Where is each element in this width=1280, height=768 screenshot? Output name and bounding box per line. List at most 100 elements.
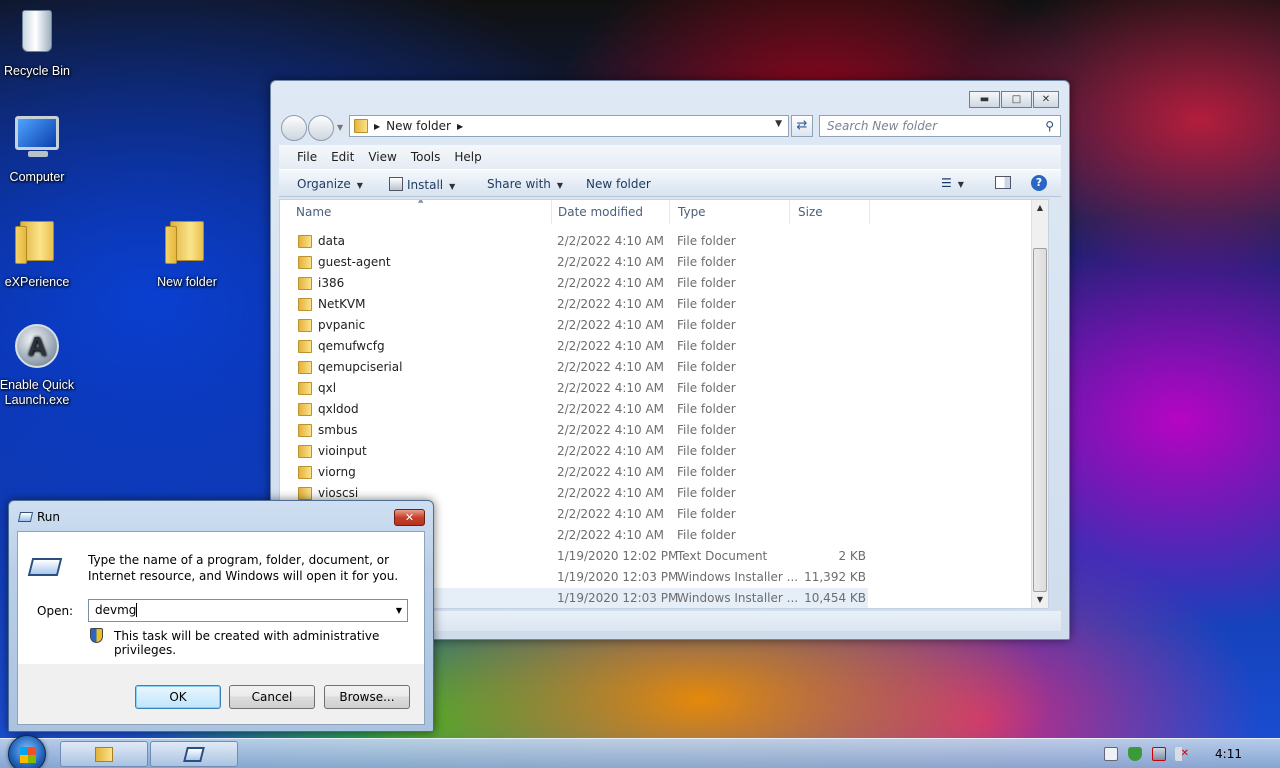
- file-name: qemufwcfg: [318, 339, 385, 353]
- file-date-modified: 2/2/2022 4:10 AM: [557, 276, 665, 290]
- organize-button[interactable]: Organize ▼: [297, 177, 363, 191]
- file-date-modified: 2/2/2022 4:10 AM: [557, 255, 665, 269]
- ok-button[interactable]: OK: [135, 685, 221, 709]
- install-label: Install: [407, 178, 444, 192]
- run-program-icon: [27, 558, 63, 576]
- table-row[interactable]: viorng 2/2/2022 4:10 AM File folder: [280, 462, 868, 483]
- desktop-icon-recycle-bin[interactable]: Recycle Bin: [0, 8, 79, 79]
- command-bar: Organize ▼ Install ▼ Share with ▼ New folde…: [279, 169, 1061, 197]
- file-date-modified: 2/2/2022 4:10 AM: [557, 360, 665, 374]
- help-button[interactable]: ?: [1031, 175, 1047, 191]
- maximize-button[interactable]: □: [1001, 91, 1032, 108]
- file-date-modified: 2/2/2022 4:10 AM: [557, 528, 665, 542]
- table-row[interactable]: guest-agent 2/2/2022 4:10 AM File folder: [280, 252, 868, 273]
- table-row[interactable]: smbus 2/2/2022 4:10 AM File folder: [280, 420, 868, 441]
- change-view-button[interactable]: ☰ ▼: [941, 176, 964, 190]
- close-button[interactable]: ✕: [1033, 91, 1059, 108]
- file-name: guest-agent: [318, 255, 391, 269]
- table-row[interactable]: i386 2/2/2022 4:10 AM File folder: [280, 273, 868, 294]
- file-type: Text Document: [677, 549, 768, 563]
- recent-pages-dropdown[interactable]: ▼: [337, 123, 343, 132]
- close-button[interactable]: ✕: [394, 509, 425, 526]
- scroll-thumb[interactable]: [1033, 248, 1047, 592]
- minimize-button[interactable]: ▬: [969, 91, 1000, 108]
- file-date-modified: 2/2/2022 4:10 AM: [557, 465, 665, 479]
- view-options-icon: ☰: [941, 176, 952, 190]
- column-header-size[interactable]: Size: [790, 200, 870, 224]
- new-folder-button[interactable]: New folder: [586, 177, 651, 191]
- install-button[interactable]: Install ▼: [389, 177, 455, 192]
- refresh-icon: ⇄: [796, 118, 808, 133]
- file-type: File folder: [677, 255, 736, 269]
- browse-button[interactable]: Browse...: [324, 685, 410, 709]
- taskbar-explorer-button[interactable]: [60, 741, 148, 767]
- desktop-icon-new-folder[interactable]: New folder: [145, 217, 229, 290]
- taskbar-run-button[interactable]: [150, 741, 238, 767]
- file-date-modified: 2/2/2022 4:10 AM: [557, 507, 665, 521]
- run-description: Type the name of a program, folder, docu…: [88, 553, 399, 583]
- menu-tools[interactable]: Tools: [411, 150, 441, 164]
- start-button[interactable]: [8, 735, 46, 768]
- folder-icon: [298, 466, 312, 479]
- folder-icon: [298, 256, 312, 269]
- run-icon: [183, 747, 205, 762]
- table-row[interactable]: NetKVM 2/2/2022 4:10 AM File folder: [280, 294, 868, 315]
- menu-help[interactable]: Help: [454, 150, 481, 164]
- column-header-date-modified[interactable]: Date modified: [550, 200, 670, 224]
- search-icon[interactable]: ⚲: [1045, 116, 1054, 136]
- security-shield-icon[interactable]: [1128, 747, 1142, 761]
- action-center-icon[interactable]: [1104, 747, 1118, 761]
- preview-pane-button[interactable]: [995, 176, 1011, 192]
- recycle-bin-icon: [13, 10, 61, 58]
- chevron-down-icon: ▼: [957, 180, 964, 189]
- file-date-modified: 1/19/2020 12:03 PM: [557, 591, 679, 605]
- volume-muted-icon[interactable]: ✕: [1175, 747, 1189, 761]
- table-row[interactable]: data 2/2/2022 4:10 AM File folder: [280, 231, 868, 252]
- table-row[interactable]: qemupciserial 2/2/2022 4:10 AM File folder: [280, 357, 868, 378]
- file-size: 10,454 KB: [804, 591, 866, 605]
- file-name: data: [318, 234, 346, 248]
- refresh-button[interactable]: ⇄: [791, 115, 813, 137]
- folder-icon: [354, 119, 368, 133]
- file-type: File folder: [677, 402, 736, 416]
- breadcrumb-item[interactable]: New folder: [386, 119, 451, 133]
- address-bar[interactable]: ▶ New folder ▶ ▼: [349, 115, 789, 137]
- back-button[interactable]: [281, 115, 307, 141]
- menu-file[interactable]: File: [297, 150, 317, 164]
- file-date-modified: 2/2/2022 4:10 AM: [557, 318, 665, 332]
- folder-icon: [163, 221, 211, 269]
- share-with-button[interactable]: Share with ▼: [487, 177, 563, 191]
- folder-icon: [298, 424, 312, 437]
- folder-icon: [298, 487, 312, 500]
- address-dropdown-icon[interactable]: ▼: [775, 119, 782, 129]
- desktop-icon-enable-quick-launch[interactable]: A Enable Quick Launch.exe: [0, 322, 79, 408]
- table-row[interactable]: qxl 2/2/2022 4:10 AM File folder: [280, 378, 868, 399]
- table-row[interactable]: qxldod 2/2/2022 4:10 AM File folder: [280, 399, 868, 420]
- table-row[interactable]: pvpanic 2/2/2022 4:10 AM File folder: [280, 315, 868, 336]
- vertical-scrollbar[interactable]: ▲ ▼: [1031, 200, 1048, 608]
- search-input[interactable]: Search New folder ⚲: [819, 115, 1061, 137]
- menu-bar: File Edit View Tools Help: [279, 145, 1061, 169]
- menu-edit[interactable]: Edit: [331, 150, 354, 164]
- dialog-title: Run: [37, 510, 61, 524]
- file-type: Windows Installer ...: [677, 591, 799, 605]
- system-clock[interactable]: 4:11: [1215, 747, 1242, 761]
- cancel-button[interactable]: Cancel: [229, 685, 315, 709]
- file-date-modified: 2/2/2022 4:10 AM: [557, 444, 665, 458]
- network-icon[interactable]: [1152, 747, 1166, 761]
- desktop-icon-label: eXPerience: [4, 275, 70, 289]
- run-dialog: Run ✕ Type the name of a program, folder…: [8, 500, 434, 732]
- preview-pane-icon: [995, 176, 1011, 189]
- desktop-icon-computer[interactable]: Computer: [0, 112, 79, 185]
- file-date-modified: 2/2/2022 4:10 AM: [557, 381, 665, 395]
- desktop-icon-experience[interactable]: eXPerience: [0, 217, 79, 290]
- scroll-down-icon[interactable]: ▼: [1032, 592, 1048, 608]
- menu-view[interactable]: View: [368, 150, 396, 164]
- scroll-up-icon[interactable]: ▲: [1032, 200, 1048, 216]
- forward-button[interactable]: [308, 115, 334, 141]
- table-row[interactable]: vioinput 2/2/2022 4:10 AM File folder: [280, 441, 868, 462]
- column-header-type[interactable]: Type: [670, 200, 790, 224]
- chevron-down-icon[interactable]: ▼: [396, 600, 402, 621]
- open-input[interactable]: devmg ▼: [88, 599, 408, 622]
- table-row[interactable]: qemufwcfg 2/2/2022 4:10 AM File folder: [280, 336, 868, 357]
